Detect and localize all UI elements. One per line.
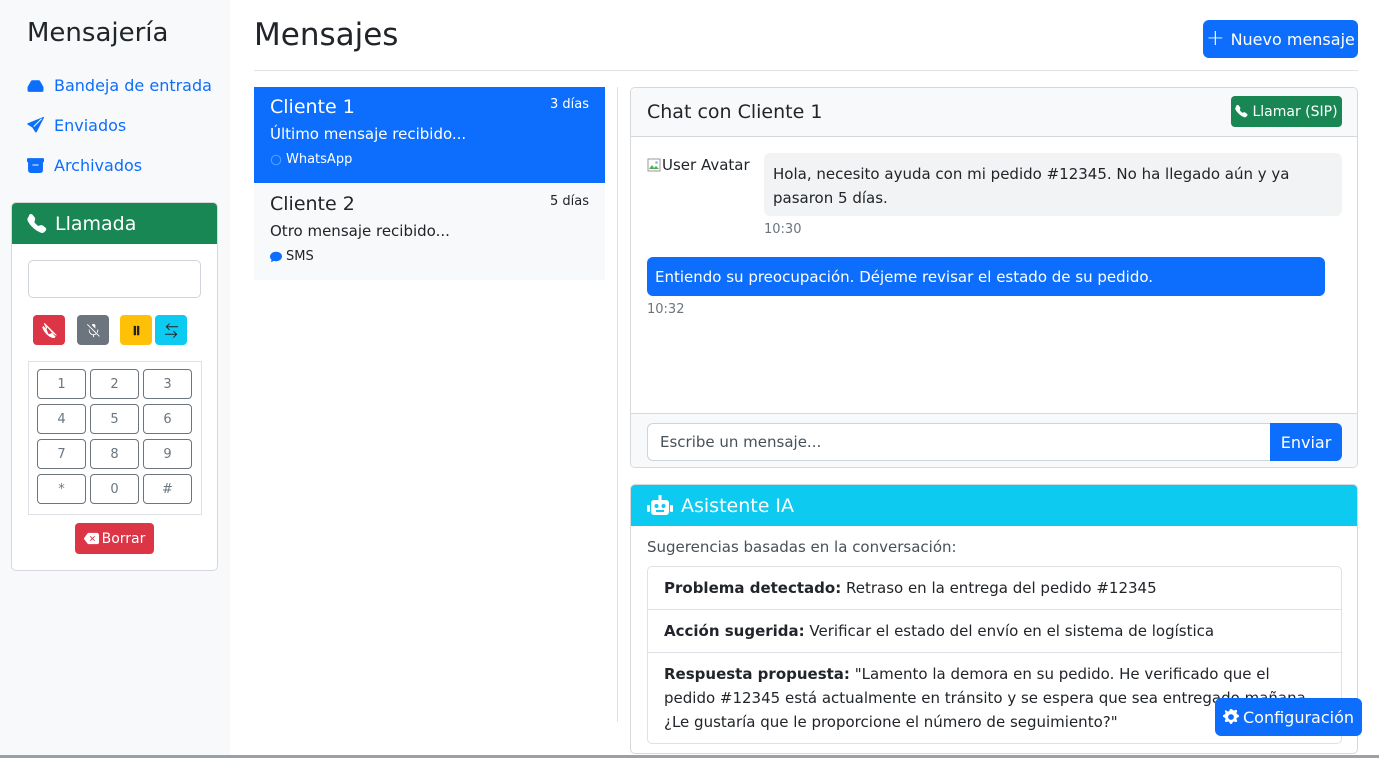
inbox-icon (27, 80, 44, 92)
chat-title: Chat con Cliente 1 (647, 101, 823, 123)
chat-composer: Enviar (631, 413, 1357, 467)
broken-image-icon (647, 158, 661, 172)
conversation-item-cliente-1[interactable]: Cliente 1 3 días Último mensaje recibido… (254, 87, 605, 183)
key-star[interactable]: * (37, 474, 86, 504)
archive-icon (27, 158, 44, 173)
message-bubble-incoming: Hola, necesito ayuda con mi pedido #1234… (764, 153, 1342, 216)
key-4[interactable]: 4 (37, 404, 86, 434)
mute-button[interactable] (77, 315, 109, 345)
dial-number-input[interactable] (28, 260, 201, 298)
key-0[interactable]: 0 (90, 474, 139, 504)
ai-suggestions-subtitle: Sugerencias basadas en la conversación: (647, 538, 957, 556)
suggestion-label: Problema detectado: (664, 579, 842, 597)
sip-call-label: Llamar (SIP) (1252, 103, 1338, 120)
channel-label: WhatsApp (286, 152, 353, 167)
nav-item-sent[interactable]: Enviados (27, 116, 126, 135)
channel-label: SMS (286, 249, 314, 264)
conversation-channel: WhatsApp (270, 152, 589, 167)
message-text: Entiendo su preocupación. Déjeme revisar… (655, 267, 1154, 286)
pause-icon (133, 325, 139, 335)
call-panel-header: Llamada (12, 203, 217, 244)
new-message-label: Nuevo mensaje (1230, 29, 1355, 49)
suggestion-text: Retraso en la entrega del pedido #12345 (841, 579, 1157, 597)
nav-item-label: Enviados (54, 116, 127, 135)
new-message-button[interactable]: + Nuevo mensaje (1203, 20, 1358, 58)
key-5[interactable]: 5 (90, 404, 139, 434)
key-hash[interactable]: # (143, 474, 192, 504)
hangup-icon (41, 322, 57, 338)
conversation-preview: Último mensaje recibido... (270, 125, 467, 143)
key-8[interactable]: 8 (90, 439, 139, 469)
key-2[interactable]: 2 (90, 369, 139, 399)
nav-item-label: Bandeja de entrada (54, 76, 212, 95)
phone-icon (1235, 105, 1248, 118)
suggestion-label: Acción sugerida: (664, 622, 805, 640)
dial-keypad: 1 2 3 4 5 6 7 8 9 * 0 # (28, 361, 202, 515)
backspace-icon (83, 532, 99, 545)
brand-title: Mensajería (27, 18, 169, 48)
avatar-alt-text: User Avatar (662, 156, 750, 174)
chat-panel: Chat con Cliente 1 Llamar (SIP) User Ava… (630, 87, 1358, 468)
column-divider (617, 87, 618, 722)
key-7[interactable]: 7 (37, 439, 86, 469)
nav-item-archived[interactable]: Archivados (27, 156, 142, 175)
whatsapp-icon (270, 154, 282, 165)
mute-icon (86, 323, 100, 337)
conversation-preview: Otro mensaje recibido... (270, 222, 450, 240)
suggestion-action: Acción sugerida: Verificar el estado del… (648, 610, 1341, 653)
transfer-icon (164, 322, 178, 338)
suggestion-label: Respuesta propuesta: (664, 665, 850, 683)
settings-button[interactable]: Configuración (1215, 698, 1362, 736)
delete-button[interactable]: Borrar (75, 523, 154, 554)
key-9[interactable]: 9 (143, 439, 192, 469)
ai-assistant-header: Asistente IA (631, 485, 1357, 526)
send-button[interactable]: Enviar (1270, 423, 1342, 461)
message-input[interactable] (647, 423, 1271, 461)
suggestion-text: Verificar el estado del envío en el sist… (804, 622, 1215, 640)
conversation-item-cliente-2[interactable]: Cliente 2 5 días Otro mensaje recibido..… (254, 184, 605, 280)
send-icon (27, 117, 44, 133)
robot-icon (647, 494, 673, 515)
message-time: 10:30 (764, 222, 802, 237)
page-title: Mensajes (254, 17, 399, 53)
message-time: 10:32 (647, 302, 685, 317)
nav-item-inbox[interactable]: Bandeja de entrada (27, 76, 212, 95)
suggestion-problem: Problema detectado: Retraso en la entreg… (648, 567, 1341, 610)
ai-assistant-title: Asistente IA (681, 494, 795, 517)
hangup-button[interactable] (33, 315, 65, 345)
conversation-name: Cliente 2 (270, 193, 355, 215)
phone-icon (27, 213, 47, 233)
key-6[interactable]: 6 (143, 404, 192, 434)
avatar: User Avatar (647, 156, 750, 174)
pause-button[interactable] (120, 315, 152, 345)
header-divider (254, 70, 1358, 71)
conversation-name: Cliente 1 (270, 96, 355, 118)
conversation-time: 5 días (549, 194, 589, 209)
conversation-time: 3 días (549, 97, 589, 112)
message-bubble-outgoing: Entiendo su preocupación. Déjeme revisar… (647, 257, 1325, 296)
sidebar: Mensajería Bandeja de entrada Enviados A… (0, 0, 230, 758)
sip-call-button[interactable]: Llamar (SIP) (1231, 96, 1342, 127)
sms-icon (270, 251, 282, 262)
conversation-channel: SMS (270, 249, 589, 264)
delete-label: Borrar (101, 530, 146, 547)
settings-label: Configuración (1242, 707, 1355, 727)
plus-icon: + (1206, 26, 1225, 51)
gear-icon (1222, 709, 1239, 725)
key-1[interactable]: 1 (37, 369, 86, 399)
call-panel: Llamada 1 2 3 4 5 6 7 8 9 * 0 # Borrar (11, 202, 218, 571)
call-panel-title: Llamada (55, 212, 137, 235)
key-3[interactable]: 3 (143, 369, 192, 399)
nav-item-label: Archivados (54, 156, 143, 175)
transfer-button[interactable] (155, 315, 187, 345)
